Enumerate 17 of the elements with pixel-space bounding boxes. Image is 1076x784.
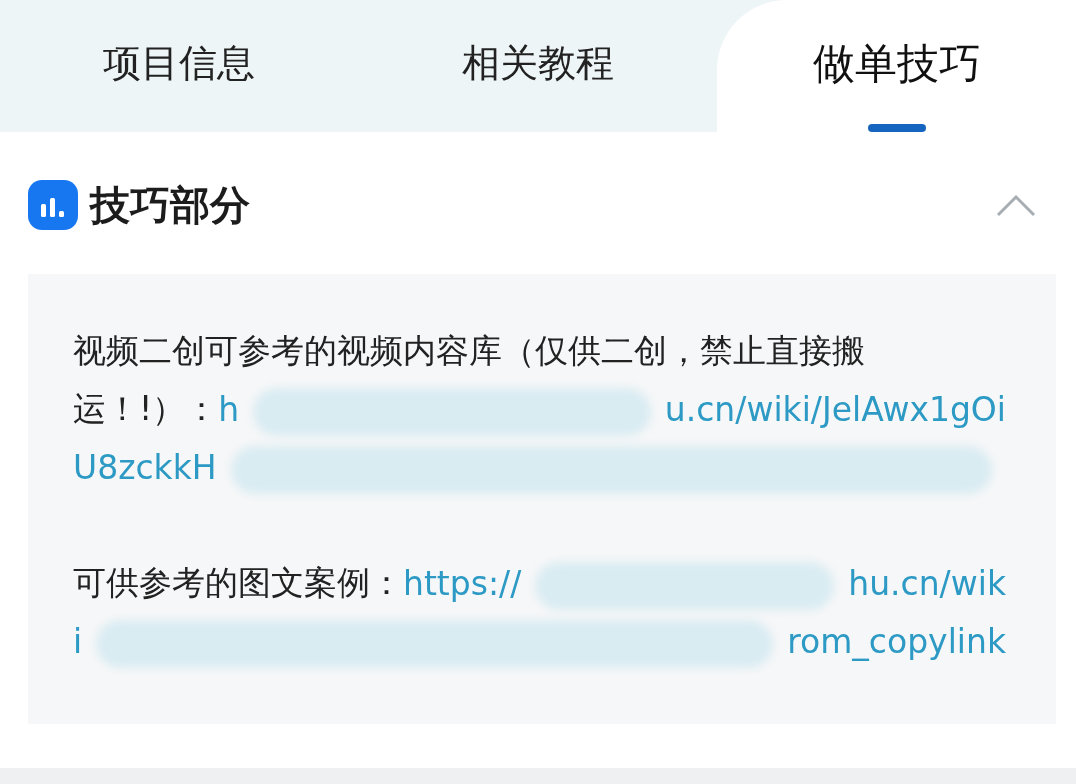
link-text[interactable]: rom_copylink: [787, 621, 1006, 661]
section-title: 技巧部分: [90, 180, 251, 230]
link-text[interactable]: https://: [403, 563, 522, 603]
tab[interactable]: 相关教程: [358, 0, 718, 132]
bar-chart-icon: [28, 180, 78, 230]
chevron-icon[interactable]: [996, 193, 1036, 217]
link-text[interactable]: hu.cn/wik: [848, 563, 1006, 603]
body-text: 视频二创可参考的视频内容库（仅供二创，禁止直接搬: [73, 329, 865, 372]
link-text[interactable]: i: [73, 621, 83, 661]
tab[interactable]: 做单技巧: [717, 0, 1076, 132]
link-text[interactable]: u.cn/wiki/JelAwx1gOi: [664, 389, 1006, 429]
tab[interactable]: 项目信息: [0, 0, 359, 132]
body-text: 可供参考的图文案例：: [73, 561, 403, 604]
link-text[interactable]: h: [218, 389, 240, 429]
link-text[interactable]: U8zckkH: [73, 447, 217, 487]
body-text: 运！!）：: [73, 387, 219, 430]
tab-indicator: [867, 124, 926, 132]
